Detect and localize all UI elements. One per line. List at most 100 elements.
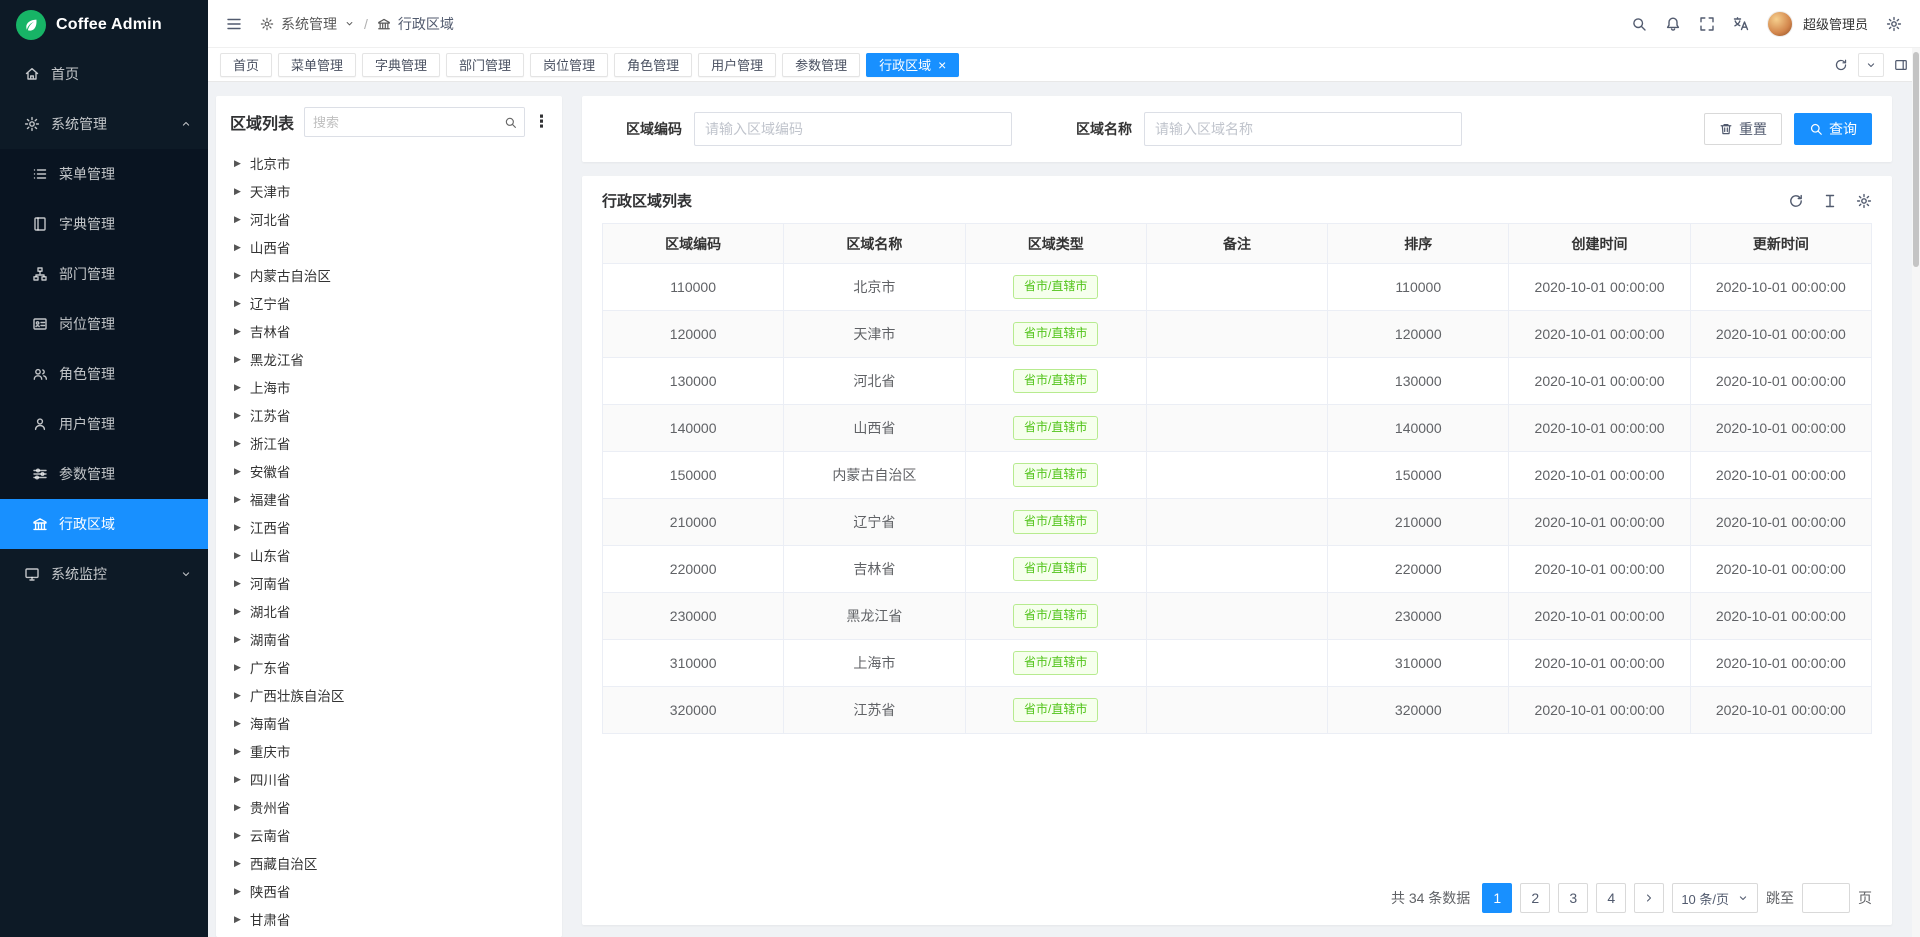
caret-right-icon[interactable]: ▶	[234, 690, 241, 701]
pagination-page-button[interactable]: 1	[1482, 883, 1512, 913]
tree-item[interactable]: ▶ 广西壮族自治区	[216, 681, 562, 709]
tree-item[interactable]: ▶ 湖北省	[216, 597, 562, 625]
sidebar-item-home[interactable]: 首页	[0, 49, 208, 99]
caret-right-icon[interactable]: ▶	[234, 186, 241, 197]
caret-right-icon[interactable]: ▶	[234, 242, 241, 253]
notification-bell-icon[interactable]	[1665, 16, 1681, 32]
tree-item[interactable]: ▶ 内蒙古自治区	[216, 261, 562, 289]
search-button[interactable]: 查询	[1794, 113, 1872, 145]
caret-right-icon[interactable]: ▶	[234, 298, 241, 309]
breadcrumb-parent[interactable]: 系统管理	[281, 14, 337, 34]
caret-right-icon[interactable]: ▶	[234, 662, 241, 673]
caret-right-icon[interactable]: ▶	[234, 886, 241, 897]
sidebar-item-param-mgmt[interactable]: 参数管理	[0, 449, 208, 499]
tab[interactable]: 参数管理	[782, 53, 860, 77]
tree-item[interactable]: ▶ 四川省	[216, 765, 562, 793]
caret-right-icon[interactable]: ▶	[234, 550, 241, 561]
tree-item[interactable]: ▶ 河南省	[216, 569, 562, 597]
refresh-icon[interactable]	[1834, 58, 1848, 72]
tree-item[interactable]: ▶ 重庆市	[216, 737, 562, 765]
collapse-sidebar-icon[interactable]	[226, 16, 242, 32]
caret-right-icon[interactable]: ▶	[234, 438, 241, 449]
sidebar-item-system-monitor[interactable]: 系统监控	[0, 549, 208, 599]
tab[interactable]: 角色管理	[614, 53, 692, 77]
username[interactable]: 超级管理员	[1803, 14, 1868, 33]
refresh-icon[interactable]	[1788, 193, 1804, 209]
tree-item[interactable]: ▶ 云南省	[216, 821, 562, 849]
page-size-select[interactable]: 10 条/页	[1672, 883, 1758, 913]
tab-close-icon[interactable]: ×	[938, 58, 946, 72]
caret-right-icon[interactable]: ▶	[234, 270, 241, 281]
page-scrollbar[interactable]	[1912, 48, 1920, 937]
tree-item[interactable]: ▶ 北京市	[216, 149, 562, 177]
caret-right-icon[interactable]: ▶	[234, 858, 241, 869]
tab[interactable]: 行政区域 ×	[866, 53, 959, 77]
region-code-input[interactable]	[694, 112, 1012, 146]
caret-right-icon[interactable]: ▶	[234, 354, 241, 365]
tree-item[interactable]: ▶ 辽宁省	[216, 289, 562, 317]
more-options-icon[interactable]: ⋮	[533, 112, 550, 132]
tree-item[interactable]: ▶ 陕西省	[216, 877, 562, 905]
tab[interactable]: 字典管理	[362, 53, 440, 77]
caret-right-icon[interactable]: ▶	[234, 158, 241, 169]
sidebar-item-role-mgmt[interactable]: 角色管理	[0, 349, 208, 399]
caret-right-icon[interactable]: ▶	[234, 606, 241, 617]
caret-right-icon[interactable]: ▶	[234, 802, 241, 813]
tree-item[interactable]: ▶ 广东省	[216, 653, 562, 681]
tree-item[interactable]: ▶ 海南省	[216, 709, 562, 737]
tree-search-icon[interactable]	[496, 108, 524, 136]
tree-item[interactable]: ▶ 甘肃省	[216, 905, 562, 933]
caret-right-icon[interactable]: ▶	[234, 634, 241, 645]
jump-page-input[interactable]	[1802, 883, 1850, 913]
caret-right-icon[interactable]: ▶	[234, 382, 241, 393]
caret-right-icon[interactable]: ▶	[234, 746, 241, 757]
fullscreen-icon[interactable]	[1699, 16, 1715, 32]
pagination-page-button[interactable]: 2	[1520, 883, 1550, 913]
caret-right-icon[interactable]: ▶	[234, 718, 241, 729]
sidebar-item-dept-mgmt[interactable]: 部门管理	[0, 249, 208, 299]
sidebar-item-system-mgmt[interactable]: 系统管理	[0, 99, 208, 149]
sidebar-item-user-mgmt[interactable]: 用户管理	[0, 399, 208, 449]
tab[interactable]: 用户管理	[698, 53, 776, 77]
reset-button[interactable]: 重置	[1704, 113, 1782, 145]
tree-item[interactable]: ▶ 江西省	[216, 513, 562, 541]
next-page-button[interactable]	[1634, 883, 1664, 913]
row-density-icon[interactable]	[1822, 193, 1838, 209]
tree-item[interactable]: ▶ 上海市	[216, 373, 562, 401]
user-avatar[interactable]	[1767, 11, 1793, 37]
caret-right-icon[interactable]: ▶	[234, 522, 241, 533]
scrollbar-thumb[interactable]	[1913, 52, 1919, 267]
tab[interactable]: 首页	[220, 53, 272, 77]
tree-item[interactable]: ▶ 山东省	[216, 541, 562, 569]
caret-right-icon[interactable]: ▶	[234, 466, 241, 477]
pagination-page-button[interactable]: 3	[1558, 883, 1588, 913]
tree-item[interactable]: ▶ 贵州省	[216, 793, 562, 821]
tree-search-input[interactable]	[305, 115, 496, 130]
tree-item[interactable]: ▶ 西藏自治区	[216, 849, 562, 877]
caret-right-icon[interactable]: ▶	[234, 774, 241, 785]
tree-item[interactable]: ▶ 天津市	[216, 177, 562, 205]
tab-options-chevron-icon[interactable]	[1858, 53, 1884, 77]
tree-item[interactable]: ▶ 安徽省	[216, 457, 562, 485]
tree-item[interactable]: ▶ 山西省	[216, 233, 562, 261]
tree-item[interactable]: ▶ 黑龙江省	[216, 345, 562, 373]
search-icon[interactable]	[1631, 16, 1647, 32]
column-settings-gear-icon[interactable]	[1856, 193, 1872, 209]
tree-item[interactable]: ▶ 湖南省	[216, 625, 562, 653]
tree-item[interactable]: ▶ 吉林省	[216, 317, 562, 345]
tab[interactable]: 菜单管理	[278, 53, 356, 77]
caret-right-icon[interactable]: ▶	[234, 830, 241, 841]
caret-right-icon[interactable]: ▶	[234, 410, 241, 421]
tree-item[interactable]: ▶ 青海省	[216, 933, 562, 937]
sidebar-item-dict-mgmt[interactable]: 字典管理	[0, 199, 208, 249]
caret-right-icon[interactable]: ▶	[234, 214, 241, 225]
tree-item[interactable]: ▶ 河北省	[216, 205, 562, 233]
panel-toggle-icon[interactable]	[1894, 58, 1908, 72]
sidebar-item-region[interactable]: 行政区域	[0, 499, 208, 549]
tree-item[interactable]: ▶ 福建省	[216, 485, 562, 513]
caret-right-icon[interactable]: ▶	[234, 578, 241, 589]
tree-item[interactable]: ▶ 江苏省	[216, 401, 562, 429]
sidebar-item-menu-mgmt[interactable]: 菜单管理	[0, 149, 208, 199]
settings-gear-icon[interactable]	[1886, 16, 1902, 32]
region-name-input[interactable]	[1144, 112, 1462, 146]
